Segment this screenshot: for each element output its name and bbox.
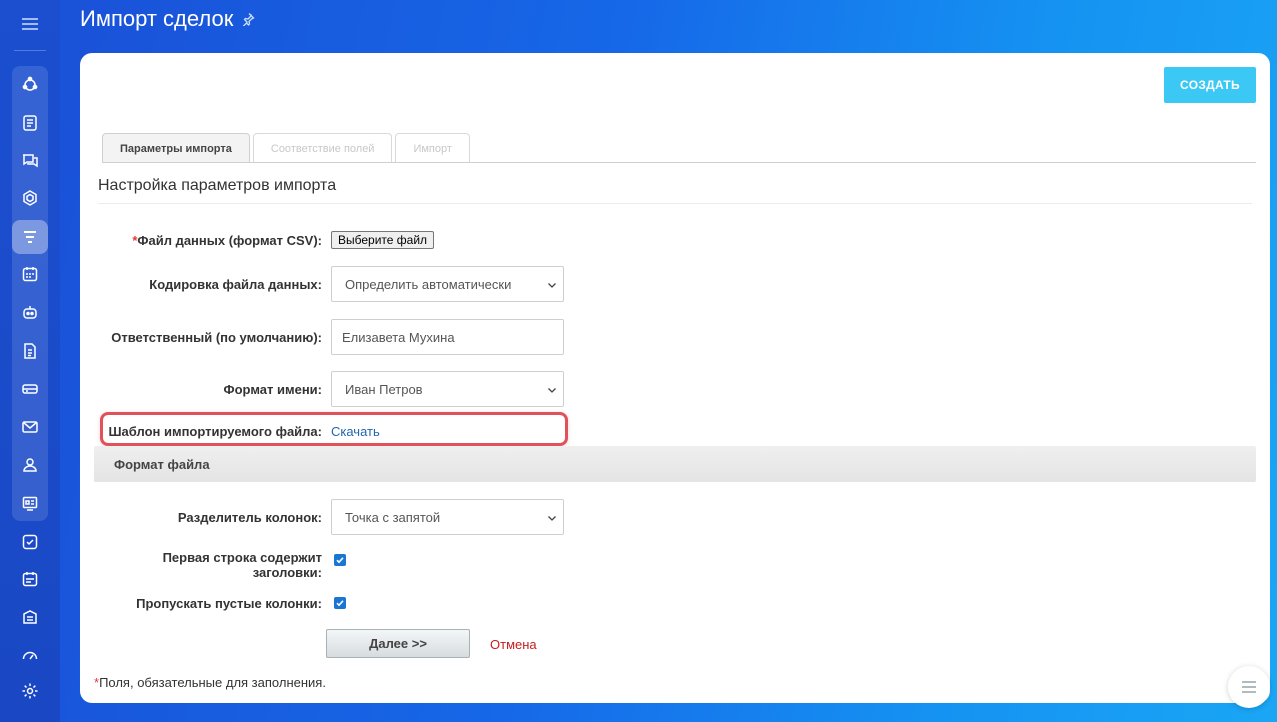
main-card: СОЗДАТЬ Параметры импорта Соответствие п… <box>80 53 1270 703</box>
drive-icon[interactable] <box>12 372 48 406</box>
import-tabs: Параметры импорта Соответствие полей Имп… <box>102 133 470 163</box>
first-row-header-checkbox[interactable] <box>334 554 346 566</box>
section-title: Настройка параметров импорта <box>98 177 337 194</box>
tab-import-params[interactable]: Параметры импорта <box>102 133 250 163</box>
name-format-label: Формат имени: <box>223 382 322 397</box>
required-footnote: *Поля, обязательные для заполнения. <box>94 675 326 690</box>
funnel-icon[interactable] <box>12 220 48 254</box>
download-template-link[interactable]: Скачать <box>331 424 380 439</box>
section-divider <box>98 203 1252 204</box>
separator-value: Точка с запятой <box>345 509 441 525</box>
contacts-icon[interactable] <box>12 448 48 482</box>
encoding-label: Кодировка файла данных: <box>149 277 322 292</box>
document-icon[interactable] <box>12 334 48 368</box>
chevron-down-icon <box>548 516 556 521</box>
list-icon <box>1242 681 1256 693</box>
encoding-select[interactable]: Определить автоматически <box>331 266 564 302</box>
separator-label: Разделитель колонок: <box>177 510 322 525</box>
settings-icon[interactable] <box>12 674 48 708</box>
first-row-header-label: Первая строка содержит заголовки: <box>162 550 322 580</box>
tabs-divider <box>102 162 1256 163</box>
list-menu-button[interactable] <box>1228 666 1270 708</box>
schedule-icon[interactable] <box>12 562 48 596</box>
cancel-link[interactable]: Отмена <box>490 637 537 652</box>
menu-icon[interactable] <box>18 14 42 34</box>
encoding-value: Определить автоматически <box>345 276 512 292</box>
pin-icon[interactable] <box>241 6 255 32</box>
chevron-down-icon <box>548 283 556 288</box>
checkmark-icon <box>336 600 344 607</box>
file-label: *Файл данных (формат CSV): <box>132 233 322 248</box>
separator-select[interactable]: Точка с запятой <box>331 499 564 535</box>
tasks-icon[interactable] <box>12 525 48 559</box>
next-button[interactable]: Далее >> <box>326 629 470 658</box>
responsible-value: Елизавета Мухина <box>342 329 455 345</box>
robot-icon[interactable] <box>12 295 48 329</box>
page-title: Импорт сделок <box>80 6 234 31</box>
create-button[interactable]: СОЗДАТЬ <box>1164 67 1256 103</box>
store-icon[interactable] <box>12 600 48 634</box>
responsible-label: Ответственный (по умолчанию): <box>111 330 322 345</box>
template-label: Шаблон импортируемого файла: <box>108 424 322 439</box>
choose-file-button[interactable]: Выберите файл <box>331 231 435 249</box>
chat-icon[interactable] <box>12 143 48 177</box>
calendar-icon[interactable] <box>12 257 48 291</box>
mail-icon[interactable] <box>12 410 48 444</box>
chevron-down-icon <box>548 388 556 393</box>
responsible-input[interactable]: Елизавета Мухина <box>331 319 564 355</box>
tab-import[interactable]: Импорт <box>395 133 470 163</box>
file-format-header: Формат файла <box>94 446 1256 482</box>
hexagon-icon[interactable] <box>12 181 48 215</box>
name-format-value: Иван Петров <box>345 381 423 397</box>
left-sidebar <box>0 0 60 722</box>
presentation-icon[interactable] <box>12 487 48 521</box>
skip-empty-checkbox[interactable] <box>334 597 346 609</box>
sidebar-divider <box>14 50 46 51</box>
file-format-title: Формат файла <box>114 457 210 472</box>
name-format-select[interactable]: Иван Петров <box>331 371 564 407</box>
sitemap-icon[interactable] <box>12 68 48 102</box>
news-icon[interactable] <box>12 106 48 140</box>
tab-field-mapping[interactable]: Соответствие полей <box>252 133 393 163</box>
page-title-wrap: Импорт сделок <box>80 6 255 32</box>
checkmark-icon <box>336 557 344 564</box>
speedometer-icon[interactable] <box>12 637 48 671</box>
skip-empty-label: Пропускать пустые колонки: <box>136 596 322 611</box>
